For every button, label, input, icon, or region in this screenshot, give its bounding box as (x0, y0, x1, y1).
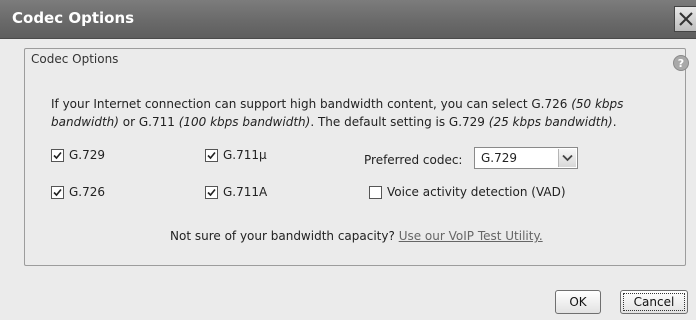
preferred-codec-select[interactable]: G.729 (474, 147, 578, 169)
desc-g729-bandwidth: (25 kbps bandwidth) (488, 115, 613, 129)
chevron-down-icon (562, 154, 573, 162)
vad-checkbox[interactable]: Voice activity detection (VAD) (369, 185, 566, 199)
codec-g729-label: G.729 (69, 148, 106, 162)
checkbox-box[interactable] (205, 185, 218, 199)
codec-g711u-checkbox[interactable]: G.711μ (205, 148, 267, 162)
close-icon (679, 12, 693, 26)
checkbox-box[interactable] (369, 185, 382, 199)
svg-text:?: ? (678, 57, 684, 70)
codec-g726-label: G.726 (69, 185, 106, 199)
description-text: If your Internet connection can support … (51, 95, 661, 131)
close-button[interactable] (674, 6, 696, 32)
desc-part1: If your Internet connection can support … (51, 97, 572, 111)
check-icon (207, 151, 216, 159)
codec-g711a-label: G.711A (223, 185, 268, 199)
desc-part4: . (612, 115, 617, 129)
codec-g711a-checkbox[interactable]: G.711A (205, 185, 267, 199)
checkbox-box[interactable] (51, 185, 64, 199)
vad-label: Voice activity detection (VAD) (387, 185, 566, 199)
group-legend: Codec Options (28, 52, 122, 66)
preferred-codec-value: G.729 (481, 151, 518, 165)
check-icon (207, 188, 216, 196)
codec-g729-checkbox[interactable]: G.729 (51, 148, 105, 162)
voip-test-link[interactable]: Use our VoIP Test Utility. (399, 229, 543, 243)
desc-g711-bandwidth: (100 kbps bandwidth) (178, 115, 311, 129)
bandwidth-note: Not sure of your bandwidth capacity? Use… (170, 229, 543, 243)
check-icon (53, 151, 62, 159)
cancel-button[interactable]: Cancel (620, 290, 688, 314)
note-text: Not sure of your bandwidth capacity? (170, 229, 395, 243)
help-icon[interactable]: ? (673, 55, 689, 71)
dialog-title: Codec Options (12, 9, 135, 27)
desc-part2: or G.711 (118, 115, 179, 129)
ok-button[interactable]: OK (555, 290, 601, 314)
codec-g726-checkbox[interactable]: G.726 (51, 185, 105, 199)
title-bar: Codec Options (0, 0, 696, 39)
preferred-codec-label: Preferred codec: (364, 153, 463, 167)
checkbox-box[interactable] (51, 148, 64, 162)
codec-g711u-label: G.711μ (223, 148, 267, 162)
desc-part3: . The default setting is G.729 (310, 115, 489, 129)
checkbox-box[interactable] (205, 148, 218, 162)
dropdown-arrow[interactable] (558, 149, 576, 167)
check-icon (53, 188, 62, 196)
